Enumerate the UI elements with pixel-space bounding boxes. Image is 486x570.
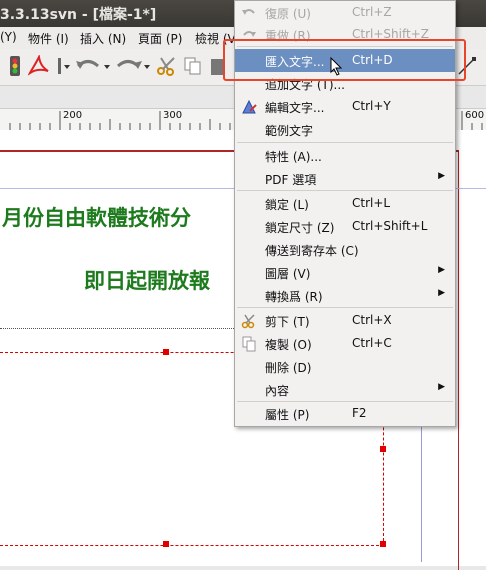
menu-cut[interactable]: 剪下 (T) Ctrl+X [235, 309, 455, 332]
menu-item-accel: Ctrl+Y [352, 99, 391, 113]
undo-icon[interactable] [74, 55, 114, 77]
canvas-text-line2[interactable]: 即日起開放報 [84, 265, 210, 295]
text-frame-border [0, 328, 240, 329]
menu-item-label: 屬性 (P) [265, 408, 310, 422]
menu-send-to-scrapbook[interactable]: 傳送到寄存本 (C) [235, 238, 455, 261]
cut-icon [241, 314, 255, 329]
menu-copy[interactable]: 複製 (O) Ctrl+C [235, 332, 455, 355]
menu-item-label: 編輯文字... [265, 101, 325, 115]
menu-separator [237, 307, 453, 308]
menu-item-label: PDF 選項 [265, 173, 317, 187]
menu-item-accel: Ctrl+X [352, 313, 392, 327]
menu-item-label: 內容 [265, 384, 290, 398]
highlight-annotation-box [223, 39, 466, 81]
menu-item-label: 圖層 (V) [265, 267, 311, 281]
select-tool-icon[interactable] [56, 55, 72, 77]
undo-icon [242, 9, 255, 15]
menu-item-label: 轉換爲 (R) [265, 290, 323, 304]
menu-attributes[interactable]: 特性 (A)... [235, 144, 455, 167]
menu-item-accel: Ctrl+L [352, 196, 391, 210]
menu-item-label: 剪下 (T) [265, 315, 310, 329]
resize-handle[interactable] [380, 541, 386, 547]
menu-item-y[interactable]: (Y) [0, 30, 17, 44]
pdf-icon[interactable] [28, 55, 50, 77]
submenu-arrow-icon: ▶ [438, 171, 445, 181]
menu-pdf-options[interactable]: PDF 選項 ▶ [235, 167, 455, 190]
page-margin-right [458, 150, 459, 570]
menu-item-label: 刪除 (D) [265, 361, 312, 375]
menu-item-accel: Ctrl+C [352, 336, 392, 350]
menu-layer[interactable]: 圖層 (V) ▶ [235, 261, 455, 284]
cut-icon[interactable] [156, 55, 178, 77]
menu-item-object[interactable]: 物件 (I) [28, 30, 69, 47]
menu-item-insert[interactable]: 插入 (N) [80, 30, 126, 47]
menu-lock[interactable]: 鎖定 (L) Ctrl+L [235, 192, 455, 215]
edit-text-icon [242, 99, 257, 114]
resize-handle[interactable] [163, 349, 169, 355]
submenu-arrow-icon: ▶ [438, 288, 445, 298]
redo-icon[interactable] [114, 55, 154, 77]
menu-item-label: 複製 (O) [265, 338, 312, 352]
submenu-arrow-icon: ▶ [438, 382, 445, 392]
traffic-light-icon[interactable] [4, 55, 26, 77]
ruler-label: 200 [63, 110, 83, 121]
menu-convert-to[interactable]: 轉換爲 (R) ▶ [235, 284, 455, 307]
menu-undo[interactable]: 復原 (U) Ctrl+Z [235, 1, 455, 24]
menu-lock-size[interactable]: 鎖定尺寸 (Z) Ctrl+Shift+L [235, 215, 455, 238]
copy-icon[interactable] [182, 55, 204, 77]
menu-separator [237, 142, 453, 143]
menu-item-label: 傳送到寄存本 (C) [265, 244, 359, 258]
canvas-text-line1[interactable]: 月份自由軟體技術分 [2, 202, 191, 232]
copy-icon [242, 336, 256, 352]
menu-edit-text[interactable]: 編輯文字... Ctrl+Y [235, 95, 455, 118]
window-title: 3.3.13svn - [檔案-1*] [0, 7, 157, 23]
menu-item-page[interactable]: 頁面 (P) [138, 30, 182, 47]
menu-item-accel: Ctrl+Z [352, 5, 392, 19]
menu-item-label: 特性 (A)... [265, 150, 322, 164]
menu-item-accel: Ctrl+Shift+L [352, 219, 428, 233]
menu-sample-text[interactable]: 範例文字 [235, 118, 455, 141]
menu-item-label: 範例文字 [265, 124, 314, 138]
menu-delete[interactable]: 刪除 (D) [235, 355, 455, 378]
menu-separator [237, 190, 453, 191]
menu-item-label: 鎖定尺寸 (Z) [265, 221, 335, 235]
ruler-label: 300 [163, 110, 183, 121]
submenu-arrow-icon: ▶ [438, 265, 445, 275]
resize-handle[interactable] [380, 446, 386, 452]
menu-properties[interactable]: 屬性 (P) F2 [235, 402, 455, 425]
menu-item-label: 復原 (U) [265, 7, 311, 21]
menu-contents[interactable]: 內容 ▶ [235, 378, 455, 401]
menu-item-label: 鎖定 (L) [265, 198, 309, 212]
menu-item-accel: F2 [352, 406, 367, 420]
resize-handle[interactable] [163, 541, 169, 547]
ruler-label: 600 [465, 110, 485, 121]
